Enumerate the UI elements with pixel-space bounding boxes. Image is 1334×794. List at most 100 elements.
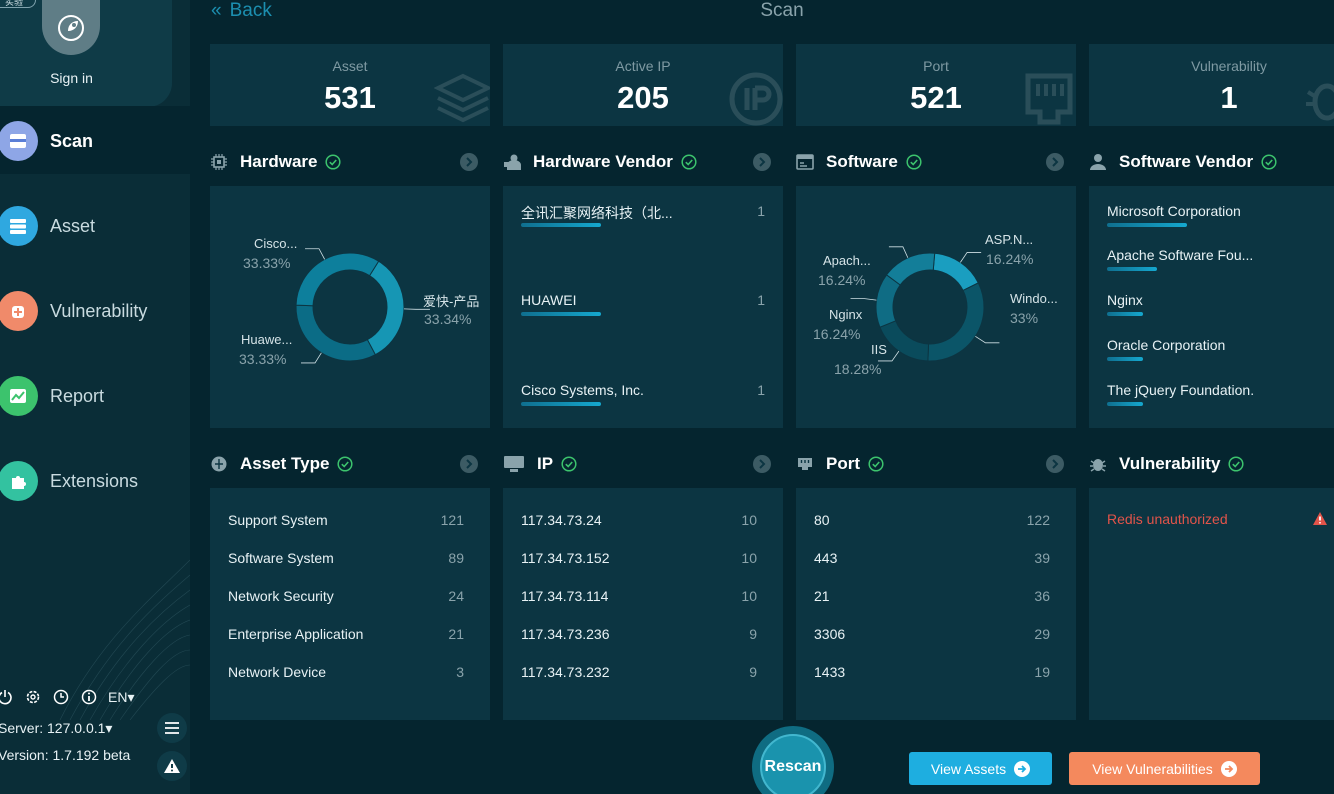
signin-label[interactable]: Sign in bbox=[0, 70, 143, 86]
list-item[interactable]: Cisco Systems, Inc. 1 bbox=[521, 382, 765, 412]
section-title: Asset Type bbox=[240, 454, 330, 473]
sidebar-item-vulnerability[interactable]: Vulnerability bbox=[0, 269, 190, 353]
check-circle-icon bbox=[337, 456, 354, 472]
section-header-hardware-vendor: Hardware Vendor bbox=[503, 150, 783, 174]
donut-slice[interactable] bbox=[885, 252, 936, 286]
hamburger-icon bbox=[165, 722, 179, 734]
donut-slice[interactable] bbox=[366, 260, 405, 356]
vendor-name: Oracle Corporation bbox=[1107, 337, 1226, 353]
vendor-name: Microsoft Corporation bbox=[1107, 203, 1241, 219]
slice-percent: 18.28% bbox=[834, 361, 882, 377]
sidebar-label-asset: Asset bbox=[50, 215, 96, 236]
slice-percent: 16.24% bbox=[818, 272, 866, 288]
stat-label: Asset bbox=[332, 58, 368, 74]
list-item[interactable]: 117.34.73.152 10 bbox=[521, 550, 757, 570]
language-select[interactable]: EN▾ bbox=[108, 689, 134, 706]
slice-percent: 16.24% bbox=[986, 251, 1034, 267]
donut-slice[interactable] bbox=[295, 252, 380, 307]
slice-percent: 33.33% bbox=[243, 255, 291, 271]
stat-card-vulnerability: Vulnerability 1 bbox=[1089, 44, 1334, 126]
list-item[interactable]: 80 122 bbox=[814, 512, 1050, 532]
vendor-name: Nginx bbox=[1107, 292, 1143, 308]
rescan-button[interactable]: Rescan bbox=[760, 734, 826, 794]
list-item[interactable]: 117.34.73.24 10 bbox=[521, 512, 757, 532]
more-button[interactable] bbox=[753, 153, 771, 171]
list-item[interactable]: 117.34.73.232 9 bbox=[521, 664, 757, 684]
slice-label: Windo... bbox=[1010, 291, 1058, 306]
list-item[interactable]: 117.34.73.114 10 bbox=[521, 588, 757, 608]
window-app-icon bbox=[796, 153, 814, 171]
leader-line bbox=[975, 335, 1000, 344]
sidebar-label-report: Report bbox=[50, 385, 105, 406]
view-vulnerabilities-button[interactable]: View Vulnerabilities bbox=[1069, 752, 1260, 785]
report-icon bbox=[0, 376, 38, 416]
power-icon[interactable] bbox=[0, 688, 14, 706]
donut-slice[interactable] bbox=[879, 320, 930, 362]
vulnerability-panel: Redis unauthorized bbox=[1089, 488, 1334, 720]
item-name: Network Device bbox=[228, 664, 327, 680]
hardware-panel: Cisco... 33.33% 爱快-产品 33.34% Huawe... 33… bbox=[210, 186, 490, 428]
list-item[interactable]: 117.34.73.236 9 bbox=[521, 626, 757, 646]
vendor-icon bbox=[503, 153, 521, 171]
more-button[interactable] bbox=[1046, 455, 1064, 473]
sidebar-item-asset[interactable]: Asset bbox=[0, 184, 190, 268]
list-item[interactable]: 3306 29 bbox=[814, 626, 1050, 646]
slice-label: 爱快-产品 bbox=[423, 294, 480, 309]
vulnerability-icon bbox=[0, 291, 38, 331]
list-item[interactable]: 443 39 bbox=[814, 550, 1050, 570]
sidebar-label-vulnerability: Vulnerability bbox=[50, 300, 148, 321]
rescan-ring: Rescan bbox=[752, 726, 834, 794]
info-icon[interactable] bbox=[80, 688, 98, 706]
asset-type-icon bbox=[210, 455, 228, 473]
list-item[interactable]: 21 36 bbox=[814, 588, 1050, 608]
list-item[interactable]: Support System 121 bbox=[228, 512, 464, 532]
list-item[interactable]: Oracle Corporation bbox=[1107, 337, 1324, 367]
slice-percent: 33% bbox=[1010, 310, 1039, 326]
item-name: 117.34.73.24 bbox=[521, 512, 602, 528]
more-button[interactable] bbox=[1046, 153, 1064, 171]
list-item[interactable]: Network Device 3 bbox=[228, 664, 464, 684]
vendor-count: 1 bbox=[757, 382, 765, 398]
list-item[interactable]: Apache Software Fou... bbox=[1107, 247, 1324, 277]
list-item[interactable]: HUAWEI 1 bbox=[521, 292, 765, 322]
donut-slice[interactable] bbox=[932, 252, 979, 292]
view-assets-button[interactable]: View Assets bbox=[909, 752, 1052, 785]
donut-slice[interactable] bbox=[295, 304, 377, 362]
ip-panel: 117.34.73.24 10 117.34.73.152 10 117.34.73… bbox=[503, 488, 783, 720]
list-item[interactable]: Microsoft Corporation bbox=[1107, 203, 1324, 233]
vendor-name: HUAWEI bbox=[521, 292, 577, 308]
list-item[interactable]: 1433 19 bbox=[814, 664, 1050, 684]
server-select[interactable]: Server: 127.0.0.1▾ bbox=[0, 720, 112, 737]
more-button[interactable] bbox=[460, 455, 478, 473]
more-button[interactable] bbox=[460, 153, 478, 171]
clock-icon[interactable] bbox=[52, 688, 70, 706]
menu-button[interactable] bbox=[157, 713, 187, 743]
gear-icon[interactable] bbox=[24, 688, 42, 706]
list-item[interactable]: Nginx bbox=[1107, 292, 1324, 322]
list-item[interactable]: Network Security 24 bbox=[228, 588, 464, 608]
chevron-down-icon: ▾ bbox=[105, 720, 113, 736]
warning-button[interactable] bbox=[157, 751, 187, 781]
sidebar-item-extensions[interactable]: Extensions bbox=[0, 439, 190, 523]
language-value: EN bbox=[108, 688, 128, 705]
donut-slice[interactable] bbox=[927, 282, 985, 362]
list-item[interactable]: Enterprise Application 21 bbox=[228, 626, 464, 646]
list-item[interactable]: Software System 89 bbox=[228, 550, 464, 570]
leader-line bbox=[305, 248, 326, 260]
asset-icon bbox=[0, 206, 38, 246]
chip-icon bbox=[210, 153, 228, 171]
list-item[interactable]: The jQuery Foundation. bbox=[1107, 382, 1324, 412]
vendor-bar bbox=[1107, 402, 1143, 406]
more-button[interactable] bbox=[753, 455, 771, 473]
sidebar-item-report[interactable]: Report bbox=[0, 354, 190, 438]
list-item[interactable]: 全讯汇聚网络科技（北... 1 bbox=[521, 203, 765, 233]
check-circle-icon bbox=[868, 456, 884, 472]
vendor-count: 1 bbox=[757, 203, 765, 219]
slice-label: ASP.N... bbox=[985, 232, 1034, 247]
extensions-icon bbox=[0, 461, 38, 501]
sidebar-item-scan[interactable]: Scan bbox=[0, 99, 190, 183]
chevron-right-icon bbox=[466, 459, 473, 469]
vulnerability-item[interactable]: Redis unauthorized bbox=[1107, 511, 1334, 527]
chevron-right-icon bbox=[759, 157, 766, 167]
page-title: Scan bbox=[760, 0, 804, 21]
